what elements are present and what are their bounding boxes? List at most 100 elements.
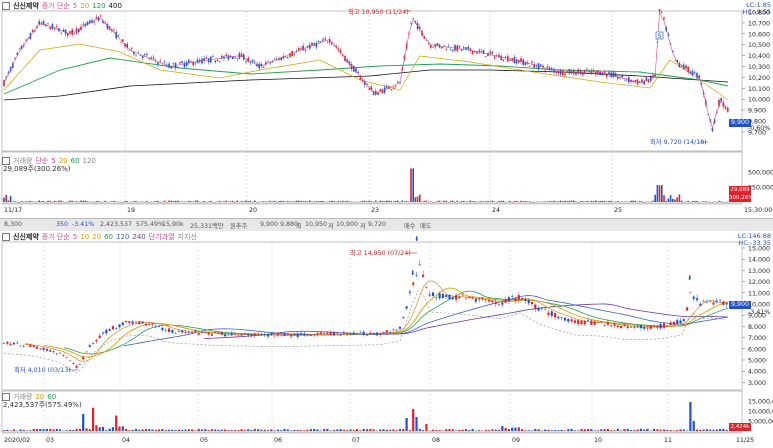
daily-volume-bar xyxy=(471,428,474,431)
daily-volume-bar xyxy=(194,430,197,431)
daily-chart-canvas[interactable]: 15,00014,00013,00012,00011,00010,0009,00… xyxy=(0,231,773,448)
daily-volume-bar xyxy=(75,428,78,431)
candle-body xyxy=(443,45,445,47)
daily-candle-body xyxy=(98,335,101,338)
daily-volume-bar xyxy=(451,429,454,431)
candle-body xyxy=(562,70,564,76)
daily-volume-bar xyxy=(692,421,695,431)
daily-candle-body xyxy=(385,330,388,333)
daily-volume-bar xyxy=(395,430,398,431)
daily-candle-body xyxy=(705,301,708,303)
daily-candle-body xyxy=(125,320,128,323)
volume-bar xyxy=(388,200,390,202)
daily-volume-bar xyxy=(629,430,633,431)
daily-volume-bar xyxy=(101,426,105,431)
volume-bar xyxy=(273,200,276,202)
quote-summary-item[interactable]: 매수 xyxy=(404,221,416,230)
daily-candle-body xyxy=(42,347,45,350)
volume-bar xyxy=(82,200,84,202)
volume-bar xyxy=(300,201,302,202)
volume-bar xyxy=(705,201,707,202)
daily-volume-bar xyxy=(699,429,702,431)
daily-volume-bar xyxy=(181,429,184,431)
volume-bar xyxy=(535,201,538,202)
daily-candle-body xyxy=(554,313,557,317)
candle-body xyxy=(601,72,604,76)
candle-body xyxy=(540,64,542,66)
daily-candle-body xyxy=(293,334,296,336)
volume-bar xyxy=(487,200,489,202)
daily-candle-body xyxy=(326,332,329,334)
daily-volume-bar xyxy=(557,430,560,431)
volume-bar xyxy=(665,200,667,202)
candle-body xyxy=(14,57,16,59)
daily-candle-body xyxy=(250,334,253,336)
daily-candle-body xyxy=(478,299,481,300)
volume-bar xyxy=(309,200,311,202)
candle-body xyxy=(368,88,370,90)
volume-bar xyxy=(304,200,307,202)
daily-volume-bar xyxy=(72,430,75,431)
daily-candle-body xyxy=(158,326,161,327)
daily-candle-body xyxy=(570,319,573,322)
daily-volume-bar xyxy=(464,429,468,431)
daily-candle-body xyxy=(200,332,204,334)
candle-body xyxy=(161,65,164,66)
daily-candle-body xyxy=(537,307,540,311)
volume-bar xyxy=(575,201,577,202)
volume-bar xyxy=(480,200,483,202)
signal-arrow-icon: ⬇ xyxy=(410,270,415,277)
daily-candle-body xyxy=(52,351,55,353)
candle-body xyxy=(663,17,665,20)
candle-body xyxy=(51,24,54,30)
daily-volume-bar xyxy=(524,430,527,431)
daily-volume-bar xyxy=(425,424,428,431)
daily-volume-bar xyxy=(517,427,520,431)
candle-body xyxy=(689,71,692,74)
volume-bar xyxy=(370,201,373,202)
daily-volume-bar xyxy=(49,428,52,431)
volume-bar xyxy=(293,201,296,202)
volume-bar xyxy=(658,185,661,202)
daily-date-label: 03 xyxy=(46,437,54,444)
daily-candle-body xyxy=(164,330,167,331)
daily-volume-bar xyxy=(659,429,662,431)
daily-candle-body xyxy=(530,301,534,305)
quote-summary-item[interactable]: 매도 xyxy=(420,221,432,230)
daily-candle-body xyxy=(217,332,220,334)
candle-body xyxy=(394,86,397,88)
volume-bar xyxy=(663,195,665,202)
volume-bar xyxy=(397,200,399,202)
daily-volume-bar xyxy=(204,429,207,431)
daily-candle-body xyxy=(709,301,712,302)
candle-body xyxy=(639,82,641,84)
daily-candle-body xyxy=(62,355,65,356)
candle-body xyxy=(152,57,155,59)
daily-candle-body xyxy=(191,332,194,334)
daily-date-label: 10 xyxy=(594,437,602,444)
daily-candle-body xyxy=(501,302,504,305)
ma20-line xyxy=(3,43,729,101)
daily-candle-body xyxy=(699,303,702,306)
candle-body xyxy=(141,55,144,58)
daily-candle-body xyxy=(220,332,223,335)
candle-body xyxy=(216,59,219,62)
daily-candle-body xyxy=(283,333,286,337)
quote-summary-item: 최 xyxy=(296,223,302,230)
daily-candle-body xyxy=(144,323,147,326)
daily-candle-body xyxy=(616,325,619,328)
candle-body xyxy=(207,58,210,63)
daily-candle-body xyxy=(266,334,270,337)
daily-volume-bar xyxy=(22,429,25,431)
price-tick-label: 10,100 xyxy=(748,86,770,93)
intraday-chart-canvas[interactable]: 10,800 10,700 10,600 10,500 10,400 10,300 10,2… xyxy=(0,0,773,218)
daily-price-tick-label: 15,000 xyxy=(748,246,770,253)
volume-bar xyxy=(555,201,557,202)
daily-candle-body xyxy=(712,302,715,305)
daily-candle-body xyxy=(484,299,487,301)
candle-body xyxy=(566,71,568,72)
candle-body xyxy=(130,47,133,49)
volume-bar xyxy=(500,200,502,202)
volume-bar xyxy=(298,200,300,202)
daily-ma60-line xyxy=(63,290,729,355)
